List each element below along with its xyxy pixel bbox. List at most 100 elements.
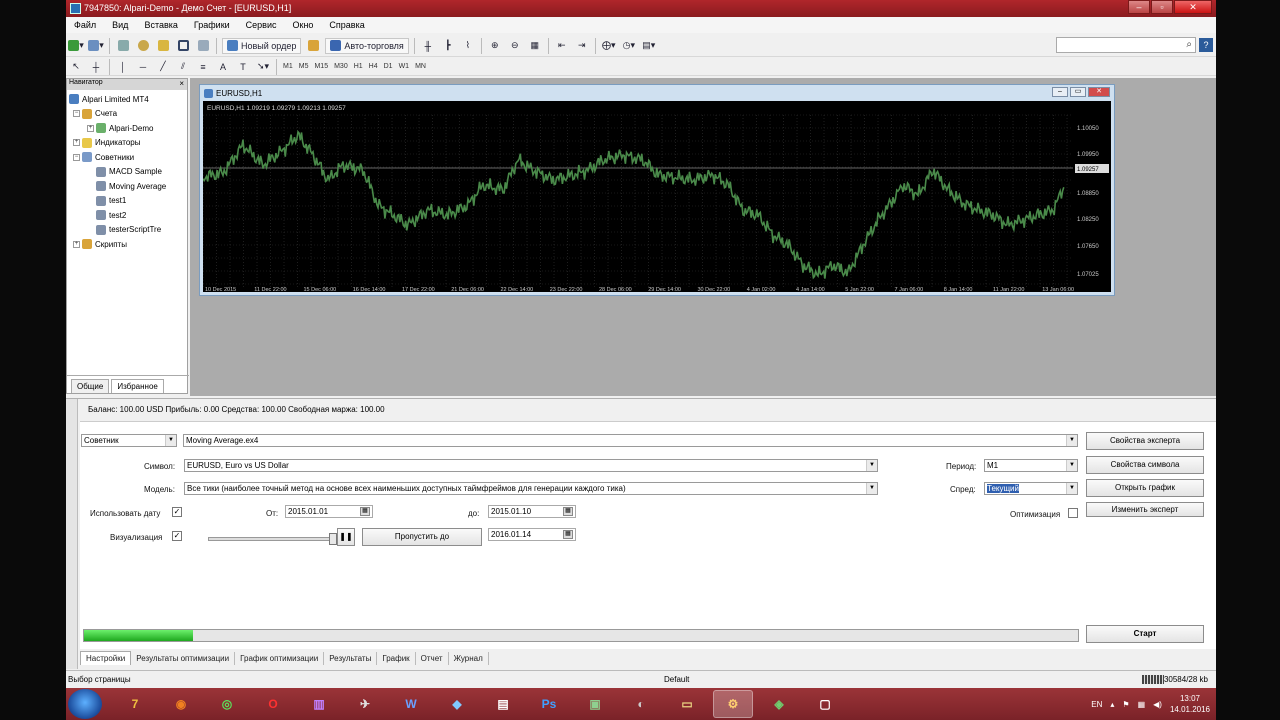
minimize-button[interactable]: – xyxy=(1128,0,1150,14)
autoscroll-icon[interactable]: ⇤ xyxy=(554,38,570,54)
trendline-icon[interactable]: ╱ xyxy=(155,59,171,75)
flag-icon[interactable]: ⚑ xyxy=(1122,700,1129,709)
modify-expert-button[interactable]: Изменить эксперт xyxy=(1086,502,1204,517)
app-doc-icon[interactable]: ▣ xyxy=(575,690,615,718)
calendar-icon[interactable]: ▦ xyxy=(563,507,573,516)
chart-restore-button[interactable]: ▭ xyxy=(1070,87,1086,97)
zoom-in-icon[interactable]: ⊕ xyxy=(487,38,503,54)
volume-icon[interactable]: ◀) xyxy=(1153,700,1162,709)
close-icon[interactable]: × xyxy=(179,79,184,88)
bar-chart-icon[interactable]: ╫ xyxy=(420,38,436,54)
tab-report[interactable]: Отчет xyxy=(416,652,449,665)
collapse-icon[interactable]: − xyxy=(73,153,80,161)
maximize-button[interactable]: ▫ xyxy=(1151,0,1173,14)
search-input[interactable]: ⌕ xyxy=(1056,37,1196,53)
tree-item-root[interactable]: Alpari Limited MT4 xyxy=(69,92,187,107)
navigator-icon[interactable] xyxy=(155,38,171,54)
expert-properties-button[interactable]: Свойства эксперта xyxy=(1086,432,1204,450)
skip-date-input[interactable]: 2016.01.14 ▦ xyxy=(488,528,576,541)
start-button[interactable] xyxy=(68,689,102,719)
app-7zip-icon[interactable]: 7 xyxy=(115,690,155,718)
app-window-icon[interactable]: ▢ xyxy=(805,690,845,718)
help-icon[interactable]: ? xyxy=(1199,38,1213,52)
mode-select[interactable]: Советник ▼ xyxy=(81,434,177,447)
period-h1[interactable]: H1 xyxy=(351,63,366,70)
model-select[interactable]: Все тики (наиболее точный метод на основ… xyxy=(184,482,878,495)
winrar-icon[interactable]: ▥ xyxy=(299,690,339,718)
period-m30[interactable]: M30 xyxy=(331,63,351,70)
period-select[interactable]: M1 ▼ xyxy=(984,459,1078,472)
data-window-icon[interactable] xyxy=(135,38,151,54)
market-watch-icon[interactable] xyxy=(115,38,131,54)
arrows-icon[interactable]: ➘▾ xyxy=(255,59,271,75)
tab-graph[interactable]: График xyxy=(377,652,416,665)
visualization-checkbox[interactable]: ✓ xyxy=(172,531,182,541)
app-mt-icon[interactable]: ◈ xyxy=(759,690,799,718)
period-mn[interactable]: MN xyxy=(412,63,429,70)
tab-results[interactable]: Результаты xyxy=(324,652,378,665)
autotrading-button[interactable]: Авто-торговля xyxy=(325,37,409,54)
word-icon[interactable]: W xyxy=(391,690,431,718)
spread-select[interactable]: Текущий ▼ xyxy=(984,482,1078,495)
tree-item-expert[interactable]: test2 xyxy=(69,208,187,223)
expand-icon[interactable]: + xyxy=(73,139,80,147)
app-network-icon[interactable]: ◐ xyxy=(621,690,661,718)
notepad-icon[interactable]: ▤ xyxy=(483,690,523,718)
use-date-checkbox[interactable]: ✓ xyxy=(172,507,182,517)
app-satellite-icon[interactable]: ✈ xyxy=(345,690,385,718)
tree-item-expert[interactable]: test1 xyxy=(69,194,187,209)
chart-minimize-button[interactable]: – xyxy=(1052,87,1068,97)
menu-view[interactable]: Вид xyxy=(104,17,136,33)
tree-item-expert[interactable]: Moving Average xyxy=(69,179,187,194)
menu-tools[interactable]: Сервис xyxy=(238,17,285,33)
start-button[interactable]: Старт xyxy=(1086,625,1204,643)
optimization-checkbox[interactable] xyxy=(1068,508,1078,518)
tree-item-accounts[interactable]: − Счета xyxy=(69,107,187,122)
period-m1[interactable]: M1 xyxy=(280,63,296,70)
expand-icon[interactable]: + xyxy=(73,240,80,248)
pause-button[interactable]: ❚❚ xyxy=(337,528,355,546)
expert-select[interactable]: Moving Average.ex4 ▼ xyxy=(183,434,1078,447)
tile-windows-icon[interactable]: ▦ xyxy=(527,38,543,54)
tab-favorites[interactable]: Избранное xyxy=(111,379,164,393)
language-indicator[interactable]: EN xyxy=(1091,700,1102,709)
period-m15[interactable]: M15 xyxy=(311,63,331,70)
collapse-icon[interactable]: − xyxy=(73,110,80,118)
menu-window[interactable]: Окно xyxy=(285,17,322,33)
symbol-properties-button[interactable]: Свойства символа xyxy=(1086,456,1204,474)
clock[interactable]: 13:07 14.01.2016 xyxy=(1170,693,1210,715)
expand-icon[interactable]: + xyxy=(87,124,94,132)
tab-optimization-graph[interactable]: График оптимизации xyxy=(235,652,325,665)
app-folder-icon[interactable]: ▭ xyxy=(667,690,707,718)
chart-shift-icon[interactable]: ⇥ xyxy=(574,38,590,54)
price-chart[interactable]: EURUSD,H1 1.09219 1.09279 1.09213 1.0925… xyxy=(202,101,1111,293)
menu-charts[interactable]: Графики xyxy=(186,17,238,33)
network-icon[interactable]: ▦ xyxy=(1138,700,1146,709)
horizontal-line-icon[interactable]: ─ xyxy=(135,59,151,75)
candlestick-icon[interactable]: ┣ xyxy=(440,38,456,54)
speed-slider[interactable] xyxy=(208,533,340,545)
indicators-icon[interactable]: ⨁▾ xyxy=(601,38,617,54)
new-order-button[interactable]: Новый ордер xyxy=(222,37,302,54)
metatrader-taskbar-icon[interactable]: ⚙ xyxy=(713,690,753,718)
tester-icon[interactable] xyxy=(195,38,211,54)
symbol-select[interactable]: EURUSD, Euro vs US Dollar ▼ xyxy=(184,459,878,472)
skip-to-button[interactable]: Пропустить до xyxy=(362,528,482,546)
slider-thumb[interactable] xyxy=(329,533,337,545)
calendar-icon[interactable]: ▦ xyxy=(360,507,370,516)
tab-journal[interactable]: Журнал xyxy=(449,652,489,665)
new-chart-icon[interactable]: ▾ xyxy=(68,38,84,54)
menu-file[interactable]: Файл xyxy=(66,17,104,33)
period-h4[interactable]: H4 xyxy=(366,63,381,70)
cursor-icon[interactable]: ↖ xyxy=(68,59,84,75)
zoom-out-icon[interactable]: ⊖ xyxy=(507,38,523,54)
text-label-icon[interactable]: T xyxy=(235,59,251,75)
app-cube-icon[interactable]: ◆ xyxy=(437,690,477,718)
line-chart-icon[interactable]: ⌇ xyxy=(460,38,476,54)
calendar-icon[interactable]: ▦ xyxy=(563,530,573,539)
open-chart-button[interactable]: Открыть график xyxy=(1086,479,1204,497)
close-button[interactable]: ✕ xyxy=(1174,0,1212,14)
vertical-line-icon[interactable]: │ xyxy=(115,59,131,75)
metaeditor-icon[interactable] xyxy=(305,38,321,54)
tree-item-indicators[interactable]: + Индикаторы xyxy=(69,136,187,151)
